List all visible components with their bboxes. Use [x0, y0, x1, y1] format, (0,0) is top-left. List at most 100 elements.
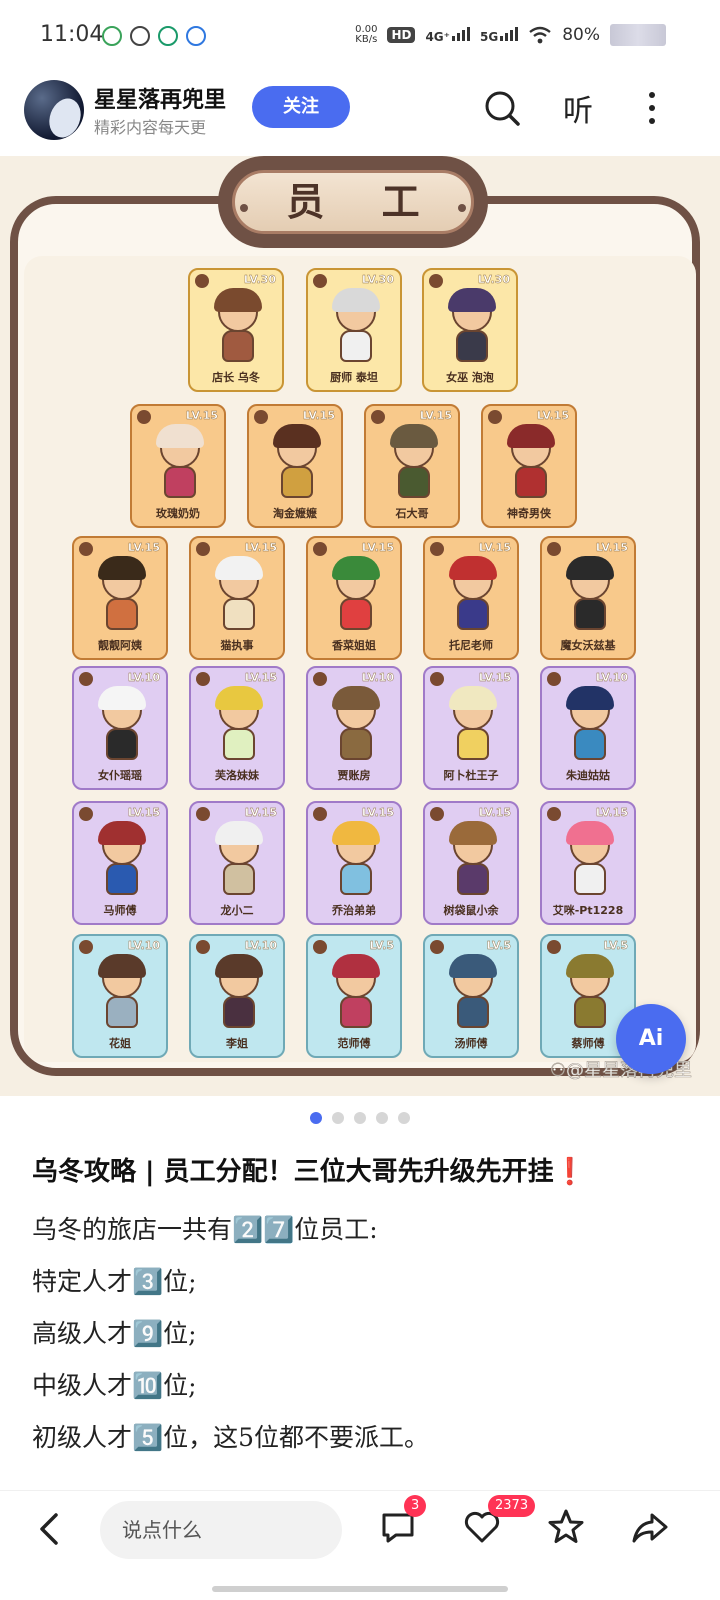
avatar[interactable] — [24, 80, 84, 140]
staff-portrait — [328, 556, 384, 632]
chevron-left-icon — [40, 1513, 58, 1545]
role-icon — [196, 940, 210, 954]
staff-portrait — [562, 954, 618, 1030]
staff-name: 汤师傅 — [454, 1037, 488, 1050]
staff-level: LV.15 — [419, 409, 452, 422]
staff-level: LV.15 — [185, 409, 218, 422]
staff-card: LV.30 女巫 泡泡 — [422, 268, 518, 392]
staff-name: 靓靓阿姨 — [98, 639, 142, 652]
staff-card: LV.15 淘金嬷嬷 — [247, 404, 343, 528]
staff-card: LV.15 艾咪-Pt1228 — [540, 801, 636, 925]
signal-icon — [452, 27, 470, 41]
role-icon — [196, 672, 210, 686]
search-icon[interactable] — [482, 88, 522, 128]
plaque-rivet — [240, 204, 248, 212]
staff-level: LV.10 — [595, 671, 628, 684]
pager-dot[interactable] — [332, 1112, 344, 1124]
author-name[interactable]: 星星落再兜里 — [94, 82, 226, 114]
role-icon — [430, 542, 444, 556]
staff-level: LV.30 — [243, 273, 276, 286]
staff-name: 李姐 — [226, 1037, 248, 1050]
comment-input[interactable]: 说点什么 — [100, 1501, 342, 1559]
role-icon — [547, 542, 561, 556]
staff-card: LV.15 石大哥 — [364, 404, 460, 528]
staff-portrait — [210, 288, 266, 364]
staff-card: LV.15 树袋鼠小余 — [423, 801, 519, 925]
staff-name: 范师傅 — [337, 1037, 371, 1050]
staff-card: LV.15 玫瑰奶奶 — [130, 404, 226, 528]
role-icon — [79, 672, 93, 686]
staff-card: LV.10 贾账房 — [306, 666, 402, 790]
staff-portrait — [94, 556, 150, 632]
staff-portrait — [328, 686, 384, 762]
share-button[interactable] — [628, 1505, 672, 1549]
pager-dot[interactable] — [354, 1112, 366, 1124]
ai-button[interactable]: Ai — [616, 1004, 686, 1074]
network-5g: 5G — [480, 27, 519, 44]
staff-name: 花姐 — [109, 1037, 131, 1050]
staff-portrait — [386, 424, 442, 500]
pager-dot[interactable] — [310, 1112, 322, 1124]
staff-level: LV.15 — [127, 806, 160, 819]
back-button[interactable] — [30, 1509, 70, 1549]
role-icon — [196, 807, 210, 821]
pager-dot[interactable] — [398, 1112, 410, 1124]
follow-button[interactable]: 关注 — [252, 86, 350, 128]
role-icon — [254, 410, 268, 424]
staff-name: 艾咪-Pt1228 — [552, 904, 624, 917]
staff-card: LV.10 李姐 — [189, 934, 285, 1058]
app-notification-icon — [186, 26, 206, 46]
wifi-icon — [529, 26, 551, 44]
staff-name: 阿卜杜王子 — [443, 769, 499, 782]
staff-portrait — [94, 954, 150, 1030]
staff-card: LV.15 龙小二 — [189, 801, 285, 925]
post-line: 特定人才3️⃣位; — [32, 1267, 197, 1296]
signal-icon — [500, 27, 519, 41]
role-icon — [79, 940, 93, 954]
post-line: 初级人才5️⃣位，这5位都不要派工。 — [32, 1423, 430, 1452]
staff-name: 树袋鼠小余 — [443, 904, 499, 917]
staff-card: LV.15 靓靓阿姨 — [72, 536, 168, 660]
staff-level: LV.15 — [127, 541, 160, 554]
staff-portrait — [211, 556, 267, 632]
network-4g-label: 4G⁺ — [425, 30, 450, 44]
pager-dot[interactable] — [376, 1112, 388, 1124]
staff-portrait — [94, 821, 150, 897]
post-header: 星星落再兜里 精彩内容每天更 关注 听 — [0, 70, 720, 156]
listen-button[interactable]: 听 — [558, 88, 598, 129]
staff-level: LV.15 — [478, 806, 511, 819]
staff-card: LV.5 汤师傅 — [423, 934, 519, 1058]
staff-level: LV.15 — [595, 806, 628, 819]
staff-level: LV.10 — [127, 671, 160, 684]
staff-card: LV.10 女仆瑶瑶 — [72, 666, 168, 790]
staff-portrait — [445, 556, 501, 632]
plaque-rivet — [458, 204, 466, 212]
role-icon — [313, 672, 327, 686]
role-icon — [547, 940, 561, 954]
staff-card: LV.15 猫执事 — [189, 536, 285, 660]
role-icon — [313, 807, 327, 821]
staff-portrait — [562, 556, 618, 632]
role-icon — [313, 542, 327, 556]
favorite-button[interactable] — [544, 1505, 588, 1549]
staff-level: LV.10 — [127, 939, 160, 952]
role-icon — [547, 807, 561, 821]
network-5g-label: 5G — [480, 30, 499, 44]
clock: 11:04 — [40, 22, 104, 47]
home-indicator[interactable] — [212, 1586, 508, 1592]
staff-level: LV.10 — [361, 671, 394, 684]
staff-name: 猫执事 — [220, 639, 254, 652]
post-image[interactable]: 员 工 LV.30 店长 乌冬 LV.30 厨师 泰坦 LV.30 女巫 泡泡 LV.15 玫… — [0, 156, 720, 1096]
staff-name: 托尼老师 — [449, 639, 493, 652]
staff-portrait — [328, 821, 384, 897]
staff-card: LV.10 花姐 — [72, 934, 168, 1058]
staff-level: LV.15 — [244, 671, 277, 684]
staff-name: 乔治弟弟 — [332, 904, 376, 917]
network-4g: 4G⁺ — [425, 27, 470, 43]
staff-portrait — [562, 821, 618, 897]
staff-portrait — [211, 821, 267, 897]
staff-name: 女巫 泡泡 — [446, 371, 494, 384]
staff-name: 玫瑰奶奶 — [156, 507, 200, 520]
staff-level: LV.15 — [302, 409, 335, 422]
more-icon[interactable] — [632, 88, 672, 128]
